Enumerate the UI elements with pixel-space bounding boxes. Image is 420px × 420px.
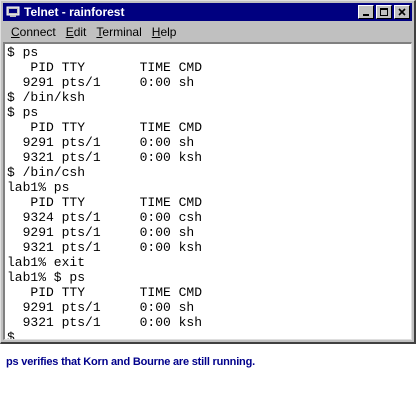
- terminal-line: 9321 pts/1 0:00 ksh: [7, 150, 203, 165]
- terminal-output[interactable]: $ ps PID TTY TIME CMD 9291 pts/1 0:00 sh…: [3, 42, 412, 340]
- minimize-icon: [363, 14, 369, 16]
- menu-help[interactable]: Help: [147, 25, 182, 39]
- telnet-app-icon[interactable]: [6, 5, 20, 19]
- menu-terminal[interactable]: Terminal: [91, 25, 146, 39]
- terminal-line: $ /bin/ksh: [7, 90, 86, 105]
- terminal-line: lab1% ps: [7, 180, 70, 195]
- terminal-line: 9291 pts/1 0:00 sh: [7, 225, 195, 240]
- maximize-button[interactable]: [376, 5, 392, 19]
- window-controls: [358, 5, 410, 19]
- terminal-line: 9291 pts/1 0:00 sh: [7, 75, 195, 90]
- terminal-line: lab1% $ ps: [7, 270, 86, 285]
- menu-edit[interactable]: Edit: [61, 25, 92, 39]
- menu-connect[interactable]: Connect: [3, 25, 61, 39]
- terminal-line: 9324 pts/1 0:00 csh: [7, 210, 203, 225]
- terminal-line: 9321 pts/1 0:00 ksh: [7, 240, 203, 255]
- terminal-line: PID TTY TIME CMD: [7, 195, 203, 210]
- figure-caption: ps verifies that Korn and Bourne are sti…: [6, 356, 255, 368]
- terminal-line: PID TTY TIME CMD: [7, 60, 203, 75]
- close-icon: [398, 8, 406, 16]
- terminal-line: 9291 pts/1 0:00 sh: [7, 300, 195, 315]
- terminal-line: lab1% exit: [7, 255, 86, 270]
- telnet-window: Telnet - rainforest Connect Edit Termina…: [0, 0, 416, 344]
- terminal-line: $ ps: [7, 45, 39, 60]
- terminal-line: $ /bin/csh: [7, 165, 86, 180]
- maximize-icon: [380, 8, 388, 16]
- terminal-line: $ ps: [7, 105, 39, 120]
- terminal-line: PID TTY TIME CMD: [7, 285, 203, 300]
- terminal-line: 9291 pts/1 0:00 sh: [7, 135, 195, 150]
- close-button[interactable]: [394, 5, 410, 19]
- terminal-line: PID TTY TIME CMD: [7, 120, 203, 135]
- window-title: Telnet - rainforest: [24, 5, 125, 19]
- terminal-lines: $ ps PID TTY TIME CMD 9291 pts/1 0:00 sh…: [5, 44, 411, 340]
- terminal-line: $: [7, 330, 15, 340]
- minimize-button[interactable]: [358, 5, 374, 19]
- menu-bar: Connect Edit Terminal Help: [3, 22, 412, 42]
- terminal-line: 9321 pts/1 0:00 ksh: [7, 315, 203, 330]
- title-bar[interactable]: Telnet - rainforest: [3, 3, 412, 21]
